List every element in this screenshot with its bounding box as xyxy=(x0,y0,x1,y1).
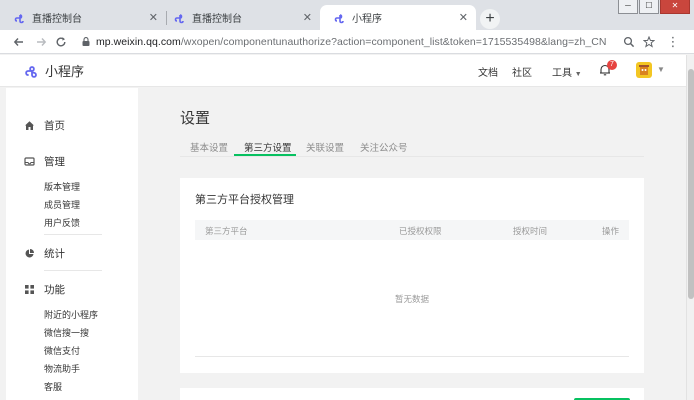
bookmark-star-icon[interactable] xyxy=(640,33,658,51)
page-title: 设置 xyxy=(180,110,211,127)
avatar-image xyxy=(639,65,649,75)
maximize-button[interactable]: ☐ xyxy=(639,0,659,14)
sidebar-item-version[interactable]: 版本管理 xyxy=(44,180,80,193)
site-header: 小程序 文档 社区 工具 ▼ 7 ▼ xyxy=(0,55,686,87)
miniprogram-icon xyxy=(334,13,344,23)
second-card xyxy=(180,388,644,400)
sidebar-item-home[interactable]: 首页 xyxy=(24,118,65,133)
chevron-down-icon: ▼ xyxy=(574,71,582,78)
community-link[interactable]: 社区 xyxy=(512,64,532,79)
table-header: 第三方平台 已授权权限 授权时间 操作 xyxy=(195,220,629,240)
tools-menu[interactable]: 工具 ▼ xyxy=(552,64,582,79)
close-tab-icon[interactable]: ✕ xyxy=(149,11,158,24)
docs-link[interactable]: 文档 xyxy=(478,64,498,79)
sidebar-divider xyxy=(44,270,102,271)
menu-kebab-icon[interactable]: ⋮ xyxy=(664,33,682,51)
tools-label: 工具 xyxy=(552,68,572,79)
tab-title: 小程序 xyxy=(352,14,382,25)
column-actions: 操作 xyxy=(602,226,620,236)
miniprogram-icon xyxy=(174,13,184,23)
sidebar-divider xyxy=(44,234,102,235)
sidebar-item-service[interactable]: 客服 xyxy=(44,380,62,393)
url-text: mp.weixin.qq.com/wxopen/componentunautho… xyxy=(96,36,607,48)
table-bottom-border xyxy=(195,356,629,357)
browser-tab-2[interactable]: 直播控制台 ✕ xyxy=(160,5,320,30)
minimize-button[interactable]: ─ xyxy=(618,0,638,14)
browser-toolbar: mp.weixin.qq.com/wxopen/componentunautho… xyxy=(0,30,694,54)
browser-tab-1[interactable]: 直播控制台 ✕ xyxy=(0,5,166,30)
inbox-icon xyxy=(24,157,35,166)
address-bar[interactable]: mp.weixin.qq.com/wxopen/componentunautho… xyxy=(76,32,664,52)
reload-icon[interactable] xyxy=(52,33,70,51)
sidebar-group-features[interactable]: 功能 xyxy=(24,282,65,297)
new-tab-button[interactable]: + xyxy=(480,9,500,29)
site-logo[interactable]: 小程序 xyxy=(24,61,84,80)
url-host: mp.weixin.qq.com xyxy=(96,36,181,48)
close-tab-icon[interactable]: ✕ xyxy=(459,11,468,24)
sidebar-item-search[interactable]: 微信搜一搜 xyxy=(44,326,89,339)
settings-tabs: 基本设置 第三方设置 关联设置 关注公众号 xyxy=(180,137,644,157)
column-permissions: 已授权权限 xyxy=(399,226,442,236)
sidebar-item-label: 首页 xyxy=(44,120,65,132)
zoom-icon[interactable] xyxy=(620,33,638,51)
miniprogram-icon xyxy=(14,13,24,23)
browser-tab-strip: 直播控制台 ✕ 直播控制台 ✕ 小程序 ✕ + ─ ☐ ✕ xyxy=(0,0,694,30)
back-arrow-icon[interactable] xyxy=(10,33,28,51)
notification-badge: 7 xyxy=(607,60,617,70)
sidebar-item-logistics[interactable]: 物流助手 xyxy=(44,362,80,375)
forward-arrow-icon[interactable] xyxy=(32,33,50,51)
close-tab-icon[interactable]: ✕ xyxy=(303,11,312,24)
miniprogram-logo-icon xyxy=(25,65,37,78)
tab-follow-account[interactable]: 关注公众号 xyxy=(360,140,408,154)
url-path: /wxopen/componentunauthorize?action=comp… xyxy=(180,36,607,48)
avatar[interactable] xyxy=(636,62,652,78)
sidebar-group-manage[interactable]: 管理 xyxy=(24,154,65,169)
tab-basic-settings[interactable]: 基本设置 xyxy=(190,140,228,154)
browser-tab-3-active[interactable]: 小程序 ✕ xyxy=(320,5,476,30)
logo-text: 小程序 xyxy=(45,64,85,79)
sidebar-item-stats[interactable]: 统计 xyxy=(24,246,65,261)
tab-title: 直播控制台 xyxy=(192,14,242,25)
page-scrollbar[interactable] xyxy=(686,55,694,400)
scrollbar-thumb[interactable] xyxy=(688,69,694,299)
pie-chart-icon xyxy=(25,249,34,258)
column-auth-time: 授权时间 xyxy=(513,226,548,236)
sidebar-item-nearby[interactable]: 附近的小程序 xyxy=(44,308,98,321)
column-platform: 第三方平台 xyxy=(205,226,248,236)
tab-related-settings[interactable]: 关联设置 xyxy=(306,140,344,154)
active-tab-underline xyxy=(234,154,296,156)
tab-third-party-settings[interactable]: 第三方设置 xyxy=(244,140,292,154)
sidebar-item-members[interactable]: 成员管理 xyxy=(44,198,80,211)
sidebar-item-label: 统计 xyxy=(44,248,65,260)
empty-state-text: 暂无数据 xyxy=(394,294,429,304)
card-title: 第三方平台授权管理 xyxy=(195,194,294,206)
sidebar-group-label: 功能 xyxy=(44,284,65,296)
chevron-down-icon[interactable]: ▼ xyxy=(657,65,665,74)
sidebar-item-pay[interactable]: 微信支付 xyxy=(44,344,80,357)
lock-icon xyxy=(82,37,90,46)
third-party-auth-card: 第三方平台授权管理 第三方平台 已授权权限 授权时间 操作 暂无数据 xyxy=(180,178,644,373)
sidebar-group-label: 管理 xyxy=(44,156,65,168)
close-window-button[interactable]: ✕ xyxy=(660,0,690,14)
sidebar-item-feedback[interactable]: 用户反馈 xyxy=(44,216,80,229)
home-icon xyxy=(25,121,34,130)
grid-icon xyxy=(25,285,34,294)
sidebar: 首页 管理 版本管理 成员管理 用户反馈 统计 功能 附近的小程序 微信搜一搜 … xyxy=(6,88,138,400)
tab-title: 直播控制台 xyxy=(32,14,82,25)
